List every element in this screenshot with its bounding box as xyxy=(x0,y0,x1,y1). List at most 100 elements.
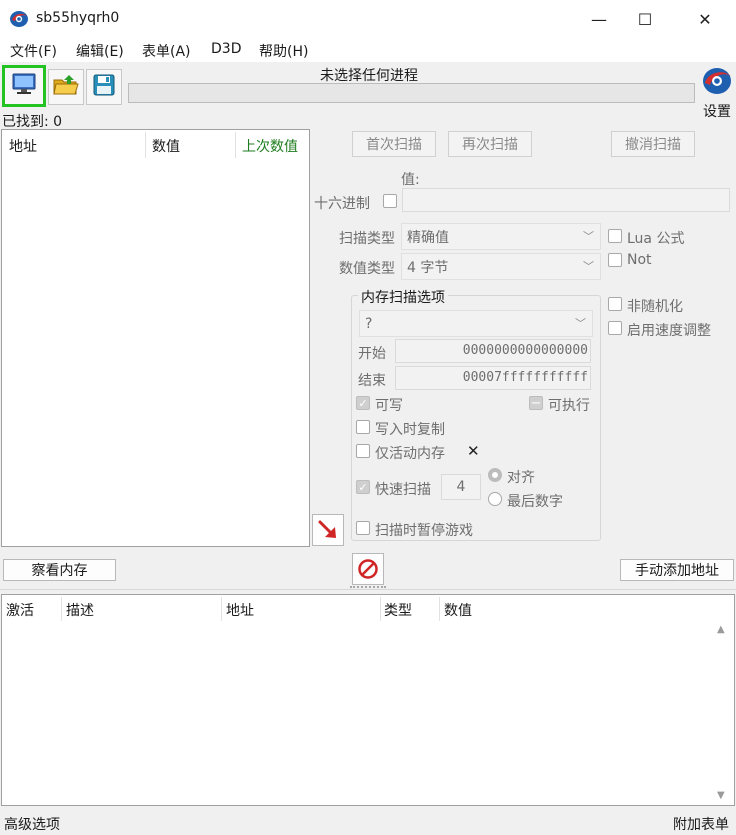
start-address-value: 0000000000000000 xyxy=(462,343,588,358)
results-col-previous[interactable]: 上次数值 xyxy=(242,136,298,156)
end-address-input[interactable]: 00007fffffffffff xyxy=(395,366,591,390)
folder-open-icon xyxy=(52,73,80,101)
value-label: 值: xyxy=(401,172,420,188)
col-divider xyxy=(380,597,381,621)
table-col-description[interactable]: 描述 xyxy=(66,600,94,620)
table-col-type[interactable]: 类型 xyxy=(384,600,412,620)
stop-scan-button[interactable] xyxy=(352,553,384,585)
clear-icon[interactable]: ✕ xyxy=(467,442,480,460)
executable-checkbox[interactable]: − xyxy=(529,396,543,411)
executable-label: 可执行 xyxy=(548,398,590,414)
close-button[interactable]: ✕ xyxy=(682,0,728,38)
col-divider xyxy=(439,597,440,621)
menu-d3d[interactable]: D3D xyxy=(211,41,241,57)
view-memory-button[interactable]: 察看内存 xyxy=(3,559,116,581)
no-randomize-label: 非随机化 xyxy=(627,299,683,315)
copy-on-write-label: 写入时复制 xyxy=(375,422,445,438)
computer-icon xyxy=(11,72,37,100)
memory-region-select[interactable]: ? ﹀ xyxy=(359,310,593,337)
settings-label[interactable]: 设置 xyxy=(703,101,731,121)
open-file-button[interactable] xyxy=(48,69,84,105)
table-col-value[interactable]: 数值 xyxy=(444,600,472,620)
no-randomize-checkbox[interactable] xyxy=(608,297,622,311)
scan-type-label: 扫描类型 xyxy=(339,231,395,247)
active-memory-checkbox[interactable] xyxy=(356,444,370,458)
floppy-disk-icon xyxy=(92,73,116,101)
table-col-address[interactable]: 地址 xyxy=(226,600,254,620)
advanced-options-link[interactable]: 高级选项 xyxy=(4,814,60,834)
col-divider xyxy=(145,132,146,158)
table-col-active[interactable]: 激活 xyxy=(6,600,34,620)
found-count: 已找到: 0 xyxy=(2,114,63,130)
memory-region-value: ? xyxy=(365,315,373,332)
menu-file[interactable]: 文件(F) xyxy=(10,41,57,61)
chevron-down-icon: ﹀ xyxy=(583,229,594,243)
app-logo-icon xyxy=(9,10,29,28)
align-radio[interactable] xyxy=(488,468,502,482)
col-divider xyxy=(61,597,62,621)
scan-progress-bar xyxy=(128,83,695,103)
fast-scan-label: 快速扫描 xyxy=(375,482,431,498)
pause-game-checkbox[interactable] xyxy=(356,521,370,535)
save-button[interactable] xyxy=(86,69,122,105)
writable-checkbox[interactable]: ✓ xyxy=(356,396,370,410)
memory-scan-options-title: 内存扫描选项 xyxy=(358,287,448,307)
value-input[interactable] xyxy=(402,188,730,212)
first-scan-button[interactable]: 首次扫描 xyxy=(352,131,436,157)
scan-type-select[interactable]: 精确值 ﹀ xyxy=(401,223,601,250)
attach-table-link[interactable]: 附加表单 xyxy=(673,814,729,834)
start-address-input[interactable]: 0000000000000000 xyxy=(395,339,591,363)
next-scan-button[interactable]: 再次扫描 xyxy=(448,131,532,157)
vertical-scrollbar[interactable] xyxy=(713,620,733,804)
settings-logo-button[interactable] xyxy=(701,66,733,96)
start-label: 开始 xyxy=(358,346,386,362)
col-divider xyxy=(221,597,222,621)
add-to-list-arrow-button[interactable] xyxy=(312,514,344,546)
menu-help[interactable]: 帮助(H) xyxy=(259,41,308,61)
chevron-down-icon: ﹀ xyxy=(583,259,594,273)
chevron-down-icon: ﹀ xyxy=(575,316,586,330)
fast-scan-value: 4 xyxy=(456,479,466,495)
end-label: 结束 xyxy=(358,373,386,389)
col-divider xyxy=(235,132,236,158)
lua-formula-label: Lua 公式 xyxy=(627,231,685,247)
align-label: 对齐 xyxy=(507,470,535,486)
lua-formula-checkbox[interactable] xyxy=(608,229,622,243)
end-address-value: 00007fffffffffff xyxy=(462,370,588,385)
results-col-value[interactable]: 数值 xyxy=(152,136,180,156)
settings-logo-icon xyxy=(703,68,731,94)
pause-game-label: 扫描时暂停游戏 xyxy=(375,523,473,539)
last-digits-radio[interactable] xyxy=(488,492,502,506)
results-col-address[interactable]: 地址 xyxy=(9,136,37,156)
value-type-value: 4 字节 xyxy=(407,259,449,276)
splitter-grip-icon xyxy=(350,586,386,590)
not-checkbox[interactable] xyxy=(608,253,622,267)
speedhack-checkbox[interactable] xyxy=(608,321,622,335)
fast-scan-input[interactable]: 4 xyxy=(441,474,481,500)
minimize-button[interactable]: — xyxy=(576,0,622,38)
last-digits-label: 最后数字 xyxy=(507,494,563,510)
scan-type-value: 精确值 xyxy=(407,229,449,246)
add-address-button[interactable]: 手动添加地址 xyxy=(620,559,734,581)
scroll-down-icon[interactable]: ▼ xyxy=(717,790,725,801)
scroll-up-icon[interactable]: ▲ xyxy=(717,624,725,635)
speedhack-label: 启用速度调整 xyxy=(627,323,711,339)
window-title: sb55hyqrh0 xyxy=(36,10,120,26)
undo-scan-button[interactable]: 撤消扫描 xyxy=(611,131,695,157)
menu-edit[interactable]: 编辑(E) xyxy=(76,41,124,61)
maximize-button[interactable]: ☐ xyxy=(622,0,668,38)
address-table[interactable] xyxy=(1,594,735,806)
open-process-button[interactable] xyxy=(2,65,46,107)
writable-label: 可写 xyxy=(375,398,403,414)
menu-table[interactable]: 表单(A) xyxy=(142,41,191,61)
not-label: Not xyxy=(627,252,652,268)
active-memory-label: 仅活动内存 xyxy=(375,446,445,462)
hex-checkbox[interactable] xyxy=(383,194,397,208)
value-type-select[interactable]: 4 字节 ﹀ xyxy=(401,253,601,280)
arrow-down-right-icon xyxy=(318,520,336,538)
scan-results-list[interactable] xyxy=(1,129,310,547)
fast-scan-checkbox[interactable]: ✓ xyxy=(356,480,370,494)
copy-on-write-checkbox[interactable] xyxy=(356,420,370,434)
process-label: 未选择任何进程 xyxy=(320,68,418,84)
no-entry-icon xyxy=(358,559,378,579)
